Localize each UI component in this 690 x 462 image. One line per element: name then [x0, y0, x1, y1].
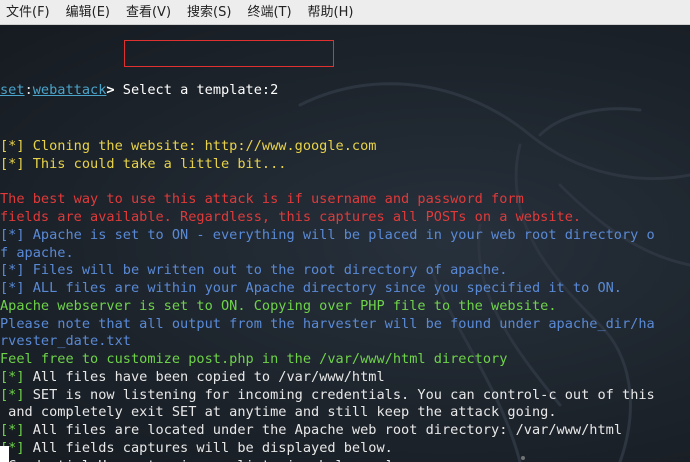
output-line: [*] ALL files are within your Apache dir…: [0, 280, 690, 298]
line-text: f apache.: [0, 244, 74, 261]
line-text: [Credential Harvester is now listening b…: [0, 458, 393, 462]
line-tag: [*]: [0, 368, 25, 385]
line-text: Feel free to customize post.php in the /…: [0, 351, 508, 367]
menu-item-1[interactable]: 编辑(E): [58, 0, 118, 25]
line-text: and completely exit SET at anytime and s…: [0, 404, 557, 421]
line-text: All fields captures will be displayed be…: [24, 439, 393, 456]
menu-item-0[interactable]: 文件(F): [0, 0, 58, 25]
menu-item-2[interactable]: 查看(V): [118, 0, 179, 25]
output-line: [*] All files are located under the Apac…: [0, 422, 690, 440]
prompt-input-text[interactable]: Select a template:2: [123, 82, 279, 98]
output-line: [*] All files have been copied to /var/w…: [0, 369, 690, 387]
prompt-caret: >: [106, 81, 123, 98]
prompt-prefix: set: [0, 81, 25, 98]
prompt-colon: :: [24, 81, 33, 98]
menu-item-5[interactable]: 帮助(H): [300, 0, 362, 25]
terminal-area[interactable]: set:webattack> Select a template:2 [*] C…: [0, 25, 690, 462]
output-line: [*] Cloning the website: http://www.goog…: [0, 138, 690, 156]
output-line: fields are available. Regardless, this c…: [0, 209, 690, 227]
line-text: All files are located under the Apache w…: [24, 422, 623, 438]
menu-item-3[interactable]: 搜索(S): [179, 0, 239, 25]
line-tag: [*]: [0, 422, 25, 438]
prompt-module: webattack: [32, 81, 107, 98]
line-text: [*] Files will be written out to the roo…: [0, 262, 508, 279]
output-line: Feel free to customize post.php in the /…: [0, 351, 690, 369]
output-line: [*] SET is now listening for incoming cr…: [0, 387, 690, 405]
output-line: Apache webserver is set to ON. Copying o…: [0, 298, 690, 316]
output-line: Please note that all output from the har…: [0, 316, 690, 334]
line-text: The best way to use this attack is if us…: [0, 191, 524, 208]
menu-bar: 文件(F) 编辑(E) 查看(V) 搜索(S) 终端(T) 帮助(H): [0, 0, 690, 25]
menu-item-4[interactable]: 终端(T): [239, 0, 299, 25]
line-text: fields are available. Regardless, this c…: [0, 209, 582, 225]
line-text: rvester_date.txt: [0, 333, 131, 350]
output-line: [*] Apache is set to ON - everything wil…: [0, 227, 690, 245]
command-prompt[interactable]: set:webattack> Select a template:2: [0, 77, 690, 103]
line-text: [*] Cloning the website: http://www.goog…: [0, 138, 377, 154]
terminal-cursor: [0, 446, 9, 462]
line-text: [*] Apache is set to ON - everything wil…: [0, 226, 655, 243]
output-line: [*] Files will be written out to the roo…: [0, 262, 690, 280]
line-text: [*] This could take a little bit...: [0, 155, 287, 172]
line-text: SET is now listening for incoming creden…: [24, 386, 655, 403]
line-text: Apache webserver is set to ON. Copying o…: [0, 297, 557, 314]
output-line: [Credential Harvester is now listening b…: [0, 458, 690, 462]
line-tag: [*]: [0, 386, 25, 403]
terminal-output: set:webattack> Select a template:2 [*] C…: [0, 41, 690, 462]
output-line: f apache.: [0, 245, 690, 263]
line-text: All files have been copied to /var/www/h…: [24, 368, 385, 385]
line-text: [*] ALL files are within your Apache dir…: [0, 280, 622, 296]
output-line: [*] All fields captures will be displaye…: [0, 440, 690, 458]
output-line: [*] This could take a little bit...: [0, 156, 690, 174]
line-text: Please note that all output from the har…: [0, 315, 655, 332]
output-line: rvester_date.txt: [0, 333, 690, 351]
output-line: and completely exit SET at anytime and s…: [0, 404, 690, 422]
status-dot: [521, 456, 525, 460]
output-line: The best way to use this attack is if us…: [0, 191, 690, 209]
